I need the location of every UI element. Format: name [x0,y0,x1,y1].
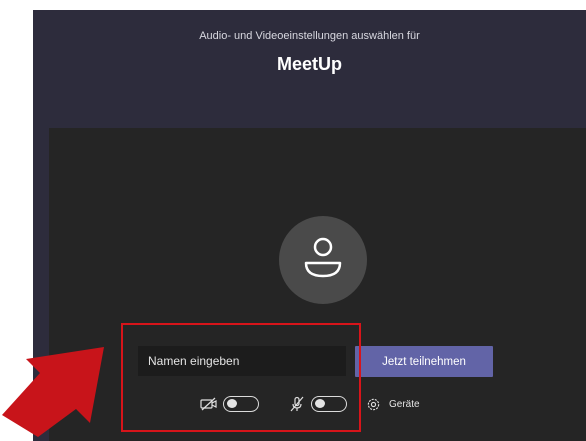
device-controls: Geräte [199,394,459,414]
person-icon [304,237,342,278]
name-input[interactable] [138,346,346,376]
microphone-toggle[interactable] [311,396,347,412]
meeting-prejoin-window: Audio- und Videoeinstellungen auswählen … [33,10,586,441]
annotation-arrow-icon [2,347,104,437]
mic-off-icon [287,394,307,414]
camera-toggle[interactable] [223,396,259,412]
video-off-icon [199,394,219,414]
devices-link[interactable]: Geräte [389,399,420,410]
prejoin-subtitle: Audio- und Videoeinstellungen auswählen … [199,30,420,42]
meeting-title: MeetUp [276,54,342,74]
video-preview: Jetzt teilnehmen [49,128,586,441]
toggle-knob [315,399,325,408]
avatar [279,216,367,304]
toggle-knob [227,399,237,408]
gear-icon[interactable] [363,394,383,414]
join-now-button[interactable]: Jetzt teilnehmen [355,346,493,377]
